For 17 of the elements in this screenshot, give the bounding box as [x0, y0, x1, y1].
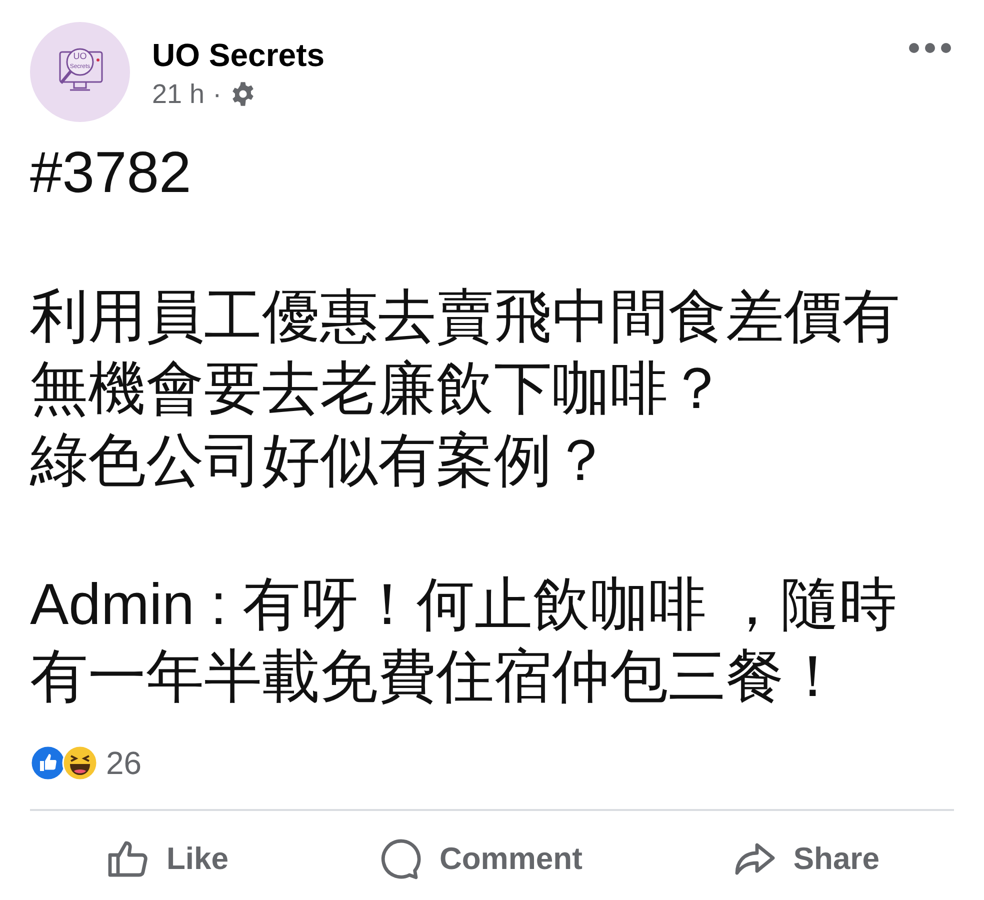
- post-text-line: Admin : 有呀！何止飲咖啡 ，隨時: [30, 571, 897, 639]
- laughing-emoji-icon: [62, 745, 98, 781]
- more-options-icon[interactable]: [908, 42, 952, 54]
- separator-dot: ·: [212, 78, 222, 111]
- author-name[interactable]: UO Secrets: [152, 34, 325, 76]
- share-button[interactable]: Share: [721, 833, 890, 885]
- post-text-line: 有一年半載免費住宿仲包三餐！: [30, 643, 842, 711]
- gear-icon: [230, 81, 256, 107]
- comment-button[interactable]: Comment: [367, 833, 592, 885]
- post-time[interactable]: 21 h: [152, 76, 205, 112]
- post-text-line: #3782: [30, 139, 192, 207]
- like-reaction-icon: [30, 745, 66, 781]
- reaction-count[interactable]: 26: [106, 739, 142, 787]
- post-text-line: 無機會要去老廉飲下咖啡？: [30, 355, 726, 423]
- post-text-line: 利用員工優惠去賣飛中間食差價有: [30, 283, 900, 351]
- post-text-line: 綠色公司好似有案例？: [30, 427, 610, 495]
- like-button[interactable]: Like: [94, 833, 238, 885]
